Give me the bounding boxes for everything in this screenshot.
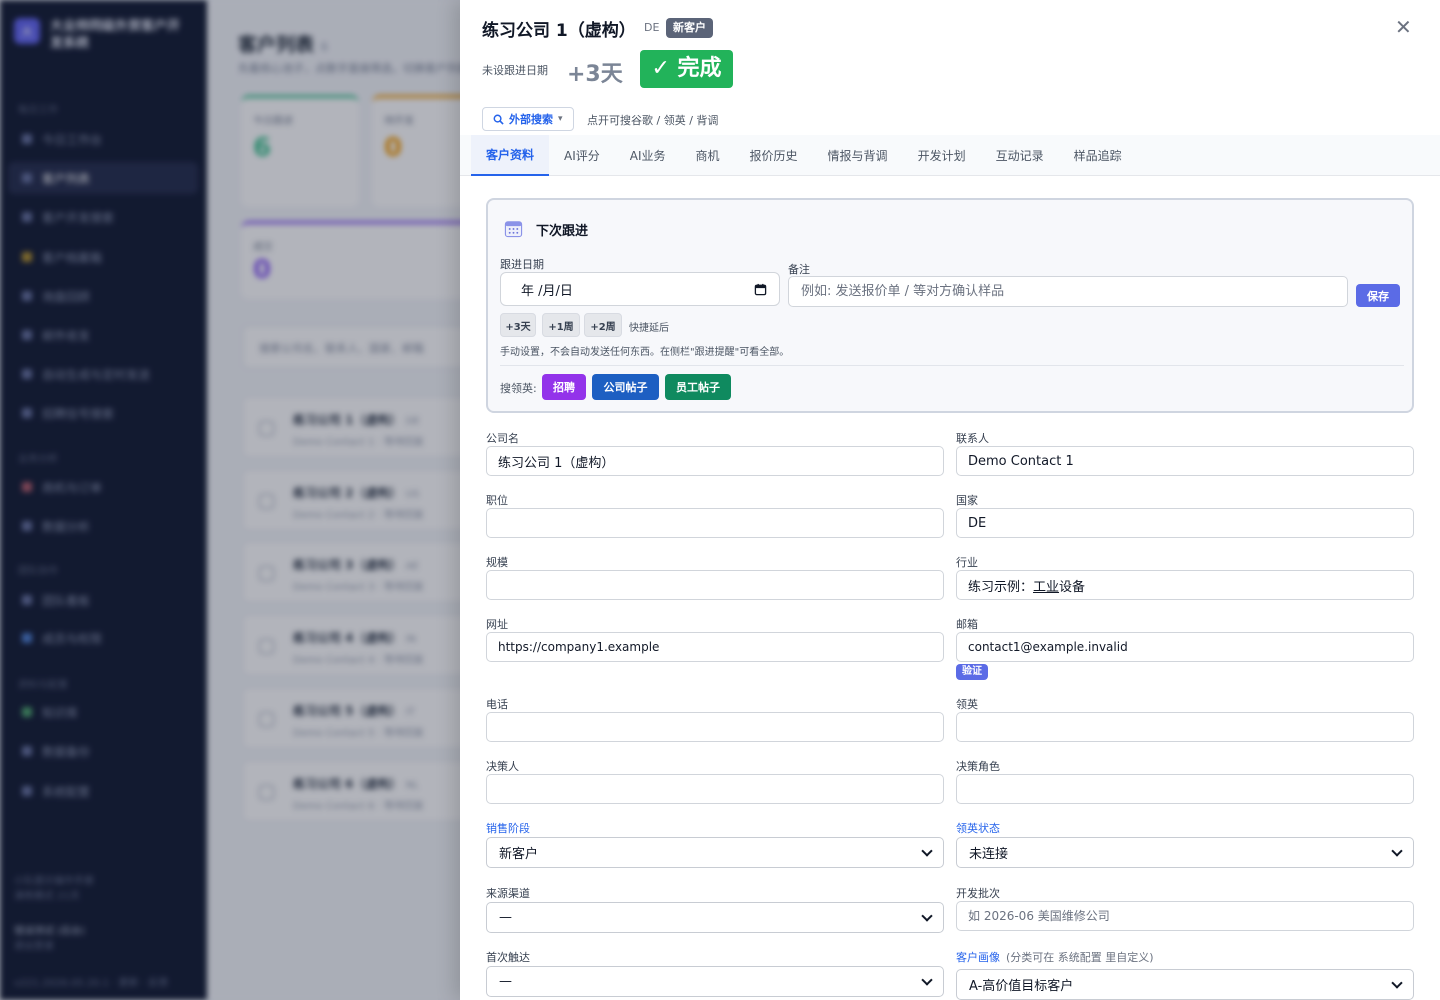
plus-3-days-button[interactable]: +3天 — [567, 56, 623, 88]
phone-label: 电话 — [486, 698, 508, 711]
decision-role-label: 决策角色 — [956, 760, 1000, 773]
batch-label: 开发批次 — [956, 887, 1000, 900]
followup-date-label: 跟进日期 — [500, 258, 544, 271]
scale-input[interactable] — [486, 570, 944, 600]
tab-quote-history[interactable]: 报价历史 — [735, 135, 813, 176]
followup-title: 下次跟进 — [536, 224, 589, 239]
company-name-label: 公司名 — [486, 432, 519, 445]
sales-stage-select[interactable]: 新客户 — [486, 837, 944, 868]
first-touch-select[interactable]: — — [486, 966, 944, 997]
scale-label: 规模 — [486, 556, 508, 569]
company-name-input[interactable] — [486, 446, 944, 476]
chevron-down-icon — [921, 909, 933, 922]
drawer-header: 练习公司 1（虚构） DE 新客户 ✕ 未设跟进日期 +3天 ✓ 完成 外部搜索… — [460, 0, 1440, 176]
followup-date-input[interactable]: 年 /月/日 — [500, 272, 780, 306]
quick-plus-2-weeks[interactable]: +2周 — [584, 313, 622, 337]
stage-badge: 新客户 — [666, 18, 713, 38]
tab-ai-business[interactable]: AI业务 — [615, 135, 681, 176]
tab-dev-plan[interactable]: 开发计划 — [903, 135, 981, 176]
customer-detail-drawer: 练习公司 1（虚构） DE 新客户 ✕ 未设跟进日期 +3天 ✓ 完成 外部搜索… — [460, 0, 1440, 1000]
country-input[interactable] — [956, 508, 1414, 538]
followup-note-input[interactable] — [788, 276, 1348, 307]
contact-label: 联系人 — [956, 432, 989, 445]
tab-profile[interactable]: 客户资料 — [471, 135, 550, 176]
quick-plus-1-week[interactable]: +1周 — [542, 313, 580, 337]
chevron-down-icon — [1391, 976, 1403, 989]
external-search-hint: 点开可搜谷歌 / 领英 / 背调 — [587, 114, 719, 127]
linkedin-label: 领英 — [956, 698, 978, 711]
contact-input[interactable] — [956, 446, 1414, 476]
email-label: 邮箱 — [956, 618, 978, 631]
modal-backdrop[interactable] — [0, 0, 460, 1000]
followup-note-label: 备注 — [788, 263, 810, 276]
batch-input[interactable] — [956, 901, 1414, 931]
first-touch-label: 首次触达 — [486, 951, 530, 964]
calendar-picker-icon[interactable] — [754, 283, 767, 296]
chevron-down-icon — [1391, 844, 1403, 857]
caret-down-icon: ▾ — [558, 114, 563, 124]
industry-input[interactable]: 练习示例： 工业 设备 — [956, 570, 1414, 600]
industry-label: 行业 — [956, 556, 978, 569]
quick-delay-hint: 快捷延后 — [629, 323, 669, 334]
persona-select[interactable]: A-高价值目标客户 — [956, 969, 1414, 1000]
save-button[interactable]: 保存 — [1356, 284, 1400, 307]
complete-button[interactable]: ✓ 完成 — [640, 50, 733, 88]
external-search-button[interactable]: 外部搜索 ▾ — [482, 107, 574, 131]
linkedin-jobs-button[interactable]: 招聘 — [542, 374, 586, 400]
tab-samples[interactable]: 样品追踪 — [1059, 135, 1137, 176]
divider — [500, 365, 1404, 366]
persona-hint: (分类可在 系统配置 里自定义) — [1006, 951, 1154, 964]
search-icon — [493, 114, 504, 125]
calendar-icon — [504, 221, 523, 238]
external-search-label: 外部搜索 — [509, 113, 553, 126]
manual-setting-note: 手动设置，不会自动发送任何东西。在侧栏"跟进提醒"可看全部。 — [500, 347, 790, 358]
source-label: 来源渠道 — [486, 887, 530, 900]
website-input[interactable] — [486, 632, 944, 662]
linkedin-search-label: 搜领英: — [500, 382, 537, 395]
decision-maker-label: 决策人 — [486, 760, 519, 773]
close-icon[interactable]: ✕ — [1395, 15, 1412, 39]
country-code: DE — [644, 21, 660, 34]
website-label: 网址 — [486, 618, 508, 631]
tab-interactions[interactable]: 互动记录 — [981, 135, 1059, 176]
tab-ai-score[interactable]: AI评分 — [549, 135, 615, 176]
drawer-tabs: 客户资料 AI评分 AI业务 商机 报价历史 情报与背调 开发计划 互动记录 样… — [460, 135, 1440, 176]
linkedin-company-posts-button[interactable]: 公司帖子 — [592, 374, 659, 400]
followup-status: 未设跟进日期 — [482, 64, 548, 77]
sales-stage-label: 销售阶段 — [486, 822, 530, 835]
linkedin-employee-posts-button[interactable]: 员工帖子 — [665, 374, 731, 400]
phone-input[interactable] — [486, 712, 944, 742]
date-value: 年 /月/日 — [521, 283, 573, 299]
next-followup-card: 下次跟进 跟进日期 年 /月/日 备注 保存 +3天 +1周 +2周 快捷延后 … — [486, 198, 1414, 413]
country-label: 国家 — [956, 494, 978, 507]
linkedin-status-label: 领英状态 — [956, 822, 1000, 835]
quick-plus-3-days[interactable]: +3天 — [500, 313, 536, 337]
verify-email-button[interactable]: 验证 — [956, 664, 988, 680]
linkedin-input[interactable] — [956, 712, 1414, 742]
job-title-label: 职位 — [486, 494, 508, 507]
decision-maker-input[interactable] — [486, 774, 944, 804]
tab-intel[interactable]: 情报与背调 — [813, 135, 903, 176]
job-title-input[interactable] — [486, 508, 944, 538]
linkedin-status-select[interactable]: 未连接 — [956, 837, 1414, 868]
persona-label: 客户画像 (分类可在 系统配置 里自定义) — [956, 951, 1154, 964]
tab-opportunities[interactable]: 商机 — [681, 135, 735, 176]
chevron-down-icon — [921, 844, 933, 857]
decision-role-input[interactable] — [956, 774, 1414, 804]
source-select[interactable]: — — [486, 902, 944, 933]
chevron-down-icon — [921, 973, 933, 986]
drawer-title: 练习公司 1（虚构） — [482, 21, 636, 41]
email-input[interactable] — [956, 632, 1414, 662]
